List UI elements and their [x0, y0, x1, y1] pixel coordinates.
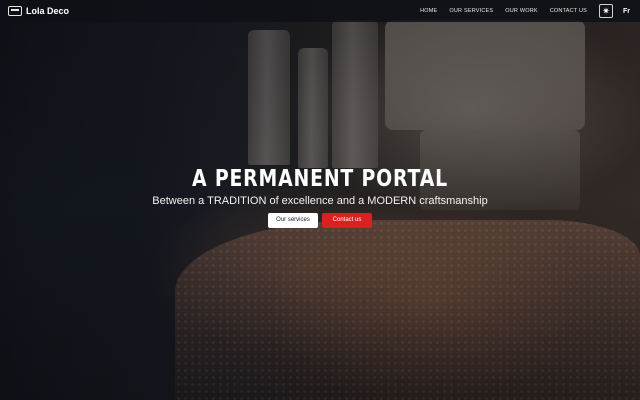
hero-cta-row: Our services Contact us — [0, 213, 640, 228]
nav-link-our-work[interactable]: OUR WORK — [505, 8, 537, 14]
nav-link-contact-us[interactable]: CONTACT US — [550, 8, 587, 14]
nav-link-home[interactable]: HOME — [420, 8, 437, 14]
nav-menu: HOME OUR SERVICES OUR WORK CONTACT US ✷ … — [420, 4, 640, 18]
hero-content: A PERMANENT PORTAL Between a TRADITION o… — [0, 164, 640, 228]
hero-subtitle: Between a TRADITION of excellence and a … — [152, 195, 488, 207]
monitor-icon — [8, 6, 22, 16]
language-switch[interactable]: Fr — [623, 8, 630, 15]
hero-title: A PERMANENT PORTAL — [192, 166, 448, 192]
brand-name: Lola Deco — [26, 6, 70, 16]
nav-link-our-services[interactable]: OUR SERVICES — [449, 8, 493, 14]
theme-toggle-button[interactable]: ✷ — [599, 4, 613, 18]
top-navbar: Lola Deco HOME OUR SERVICES OUR WORK CON… — [0, 0, 640, 22]
page: Lola Deco HOME OUR SERVICES OUR WORK CON… — [0, 0, 640, 400]
brand-link[interactable]: Lola Deco — [8, 6, 69, 16]
our-services-button[interactable]: Our services — [268, 213, 318, 228]
sun-icon: ✷ — [602, 5, 610, 16]
contact-us-button[interactable]: Contact us — [322, 213, 372, 228]
